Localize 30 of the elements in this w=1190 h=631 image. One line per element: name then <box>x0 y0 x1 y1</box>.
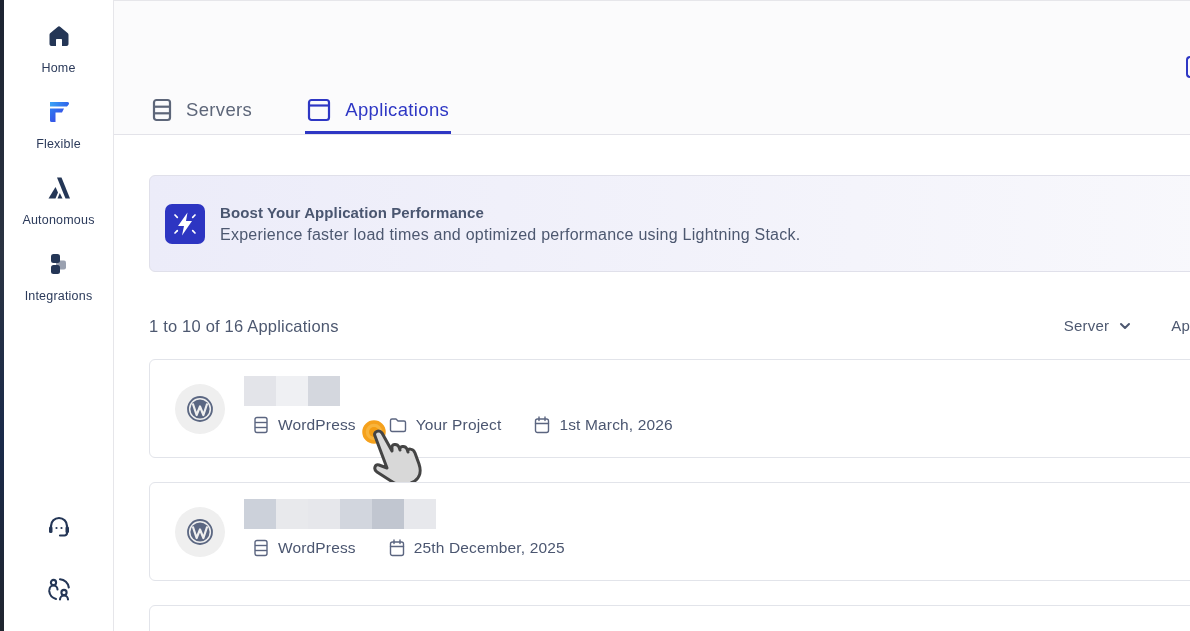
application-card[interactable]: WordPress 25th December, 2025 <box>149 482 1190 581</box>
sidebar-item[interactable]: Home <box>41 24 76 76</box>
created-date: 1st March, 2026 <box>559 415 673 435</box>
tab[interactable]: Servers <box>150 88 255 134</box>
tab[interactable]: Applications <box>305 88 452 134</box>
calendar-icon <box>388 539 405 557</box>
calendar-icon <box>534 416 551 434</box>
a-logo-icon <box>46 176 71 200</box>
sidebar-item[interactable]: Integrations <box>24 252 93 304</box>
server-icon <box>253 416 269 434</box>
wordpress-logo-icon <box>175 383 225 434</box>
app-platform: WordPress <box>278 538 356 558</box>
filter-button[interactable]: Ap <box>1171 314 1190 338</box>
banner-text: Experience faster load times and optimized performance using Lightning Stack. <box>220 224 801 245</box>
server-icon <box>152 97 172 122</box>
sidebar-item[interactable]: Flexible <box>36 100 81 152</box>
banner-title: Boost Your Application Performance <box>220 202 485 223</box>
results-count: 1 to 10 of 16 Applications <box>149 315 339 337</box>
app-platform: WordPress <box>278 415 356 435</box>
filter-dropdown[interactable]: Server <box>1063 314 1132 338</box>
folder-icon <box>388 417 407 433</box>
created-date: 25th December, 2025 <box>413 538 565 558</box>
server-icon <box>253 539 269 557</box>
lightning-icon <box>165 203 205 244</box>
button-edge[interactable] <box>1186 56 1190 78</box>
project-name: Your Project <box>415 415 502 435</box>
window-icon <box>307 97 332 122</box>
wordpress-logo-icon <box>175 506 225 557</box>
users-switch-icon[interactable] <box>45 576 72 602</box>
sidebar-item[interactable]: Autonomous <box>22 176 95 228</box>
